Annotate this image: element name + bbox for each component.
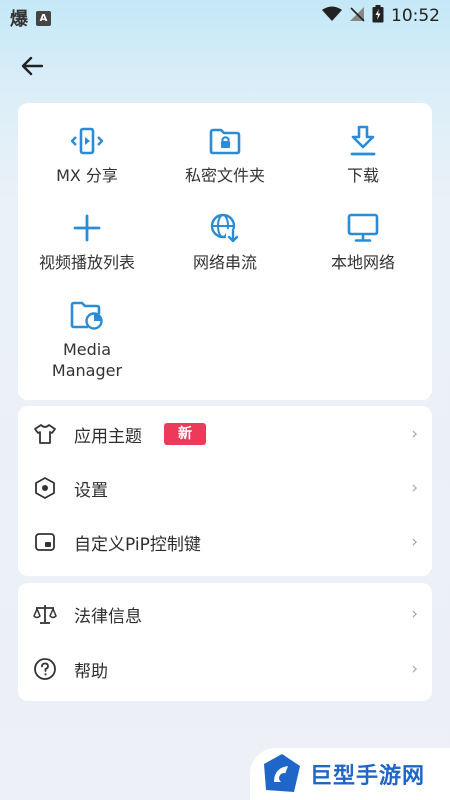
help-row[interactable]: 帮助 › xyxy=(18,642,432,696)
status-bar: 爆 A 10:52 xyxy=(0,0,450,32)
new-badge: 新 xyxy=(164,423,206,445)
tile-network-stream[interactable]: 网络串流 xyxy=(156,210,294,273)
tile-video-playlist[interactable]: 视频播放列表 xyxy=(18,210,156,273)
watermark-logo-icon xyxy=(264,754,300,792)
tile-local-network[interactable]: 本地网络 xyxy=(294,210,432,273)
tile-media-manager[interactable]: Media Manager xyxy=(18,297,156,381)
tile-mx-share[interactable]: MX 分享 xyxy=(18,123,156,186)
tile-label: 视频播放列表 xyxy=(38,253,135,272)
share-icon xyxy=(69,123,105,159)
tile-label: 网络串流 xyxy=(192,253,257,272)
globe-download-icon xyxy=(207,210,243,246)
help-icon xyxy=(32,656,58,682)
settings-row[interactable]: 设置 › xyxy=(18,461,432,515)
watermark-text: 巨型手游网 xyxy=(310,764,426,789)
shirt-icon xyxy=(32,421,58,447)
chevron-right-icon: › xyxy=(411,424,418,444)
pip-icon xyxy=(32,529,58,555)
theme-row[interactable]: 应用主题 新 › xyxy=(18,407,432,461)
settings-label: 设置 xyxy=(74,480,108,501)
theme-label: 应用主题 xyxy=(74,426,142,447)
folder-chart-icon xyxy=(69,297,105,333)
wifi-icon xyxy=(322,6,342,26)
tile-label: 本地网络 xyxy=(330,253,395,272)
notification-glyph: 爆 xyxy=(10,9,28,30)
hexagon-settings-icon xyxy=(32,475,58,501)
monitor-icon xyxy=(345,210,381,246)
chevron-right-icon: › xyxy=(411,478,418,498)
download-icon xyxy=(345,123,381,159)
chevron-right-icon: › xyxy=(411,659,418,679)
plus-icon xyxy=(69,210,105,246)
legal-help-card: 法律信息 › 帮助 › xyxy=(18,583,432,701)
battery-icon xyxy=(372,5,384,27)
pip-controls-row[interactable]: 自定义PiP控制键 › xyxy=(18,515,432,569)
scale-icon xyxy=(32,601,58,627)
pip-label: 自定义PiP控制键 xyxy=(74,534,201,555)
help-label: 帮助 xyxy=(74,661,108,682)
shortcut-grid-card: MX 分享 私密文件夹 下载 视频播放列表 网络串流 本地网络 Media Ma… xyxy=(18,103,432,400)
clock: 10:52 xyxy=(391,6,440,26)
chevron-right-icon: › xyxy=(411,604,418,624)
no-signal-icon xyxy=(349,6,365,26)
back-button[interactable] xyxy=(18,52,46,80)
settings-card: 应用主题 新 › 设置 › 自定义PiP控制键 › xyxy=(18,406,432,576)
lock-folder-icon xyxy=(207,123,243,159)
notification-a-icon: A xyxy=(36,10,51,26)
tile-label: MX 分享 xyxy=(56,166,118,185)
tile-label: 私密文件夹 xyxy=(184,166,265,185)
tile-private-folder[interactable]: 私密文件夹 xyxy=(156,123,294,186)
watermark-badge: 巨型手游网 xyxy=(250,748,450,800)
legal-row[interactable]: 法律信息 › xyxy=(18,587,432,641)
chevron-right-icon: › xyxy=(411,532,418,552)
tile-label: Media Manager xyxy=(51,340,123,380)
arrow-left-icon xyxy=(21,56,43,76)
tile-download[interactable]: 下载 xyxy=(294,123,432,186)
tile-label: 下载 xyxy=(346,166,379,185)
legal-label: 法律信息 xyxy=(74,606,142,627)
